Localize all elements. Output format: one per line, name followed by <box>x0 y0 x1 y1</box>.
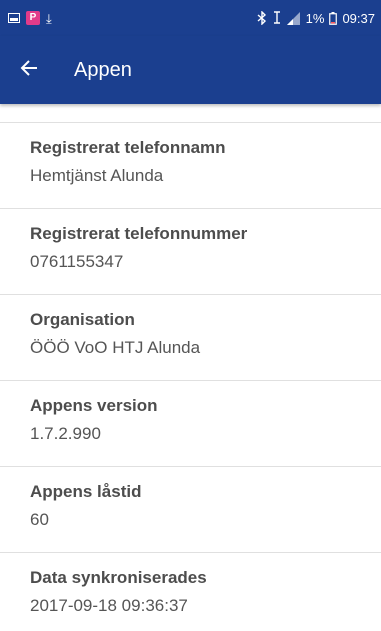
item-value: 1.7.2.990 <box>30 424 101 443</box>
battery-icon <box>329 11 338 25</box>
list-item-lock-time: Appens låstid 60 <box>0 467 381 553</box>
app-bar: Appen <box>0 36 381 104</box>
page-title: Appen <box>74 58 132 81</box>
item-label: Registrerat telefonnummer <box>30 224 248 243</box>
list-top-divider <box>0 104 381 123</box>
status-bar: P ⤓ 1% 09:37 <box>0 0 381 36</box>
data-transfer-icon <box>272 11 282 25</box>
signal-icon <box>286 11 301 25</box>
clock-time: 09:37 <box>342 10 375 26</box>
item-label: Data synkroniserades <box>30 568 207 587</box>
notification-icons: P ⤓ <box>8 11 52 25</box>
list-item-phone-number: Registrerat telefonnummer 0761155347 <box>0 209 381 295</box>
item-label: Organisation <box>30 310 135 329</box>
list-item-phone-name: Registrerat telefonnamn Hemtjänst Alunda <box>0 123 381 209</box>
item-label: Registrerat telefonnamn <box>30 138 226 157</box>
item-label: Appens version <box>30 396 158 415</box>
item-value: Hemtjänst Alunda <box>30 166 164 185</box>
settings-list: Registrerat telefonnamn Hemtjänst Alunda… <box>0 104 381 631</box>
list-item-last-sync: Data synkroniserades 2017-09-18 09:36:37 <box>0 553 381 631</box>
item-label: Appens låstid <box>30 482 142 501</box>
app-notification-icon: P <box>26 11 40 25</box>
download-icon: ⤓ <box>46 10 52 26</box>
arrow-left-icon <box>20 59 38 82</box>
screenshot-icon <box>8 13 20 23</box>
back-button[interactable] <box>14 55 44 85</box>
screen: P ⤓ 1% 09:37 Appen Registrerat telefonna… <box>0 0 381 631</box>
item-value: 60 <box>30 510 49 529</box>
list-item-organisation: Organisation ÖÖÖ VoO HTJ Alunda <box>0 295 381 381</box>
list-item-app-version: Appens version 1.7.2.990 <box>0 381 381 467</box>
item-value: 0761155347 <box>30 252 124 271</box>
item-value: ÖÖÖ VoO HTJ Alunda <box>30 338 201 357</box>
bluetooth-icon <box>257 11 267 25</box>
item-value: 2017-09-18 09:36:37 <box>30 596 188 615</box>
battery-percent: 1% <box>305 10 325 26</box>
system-icons: 1% 09:37 <box>257 11 375 26</box>
